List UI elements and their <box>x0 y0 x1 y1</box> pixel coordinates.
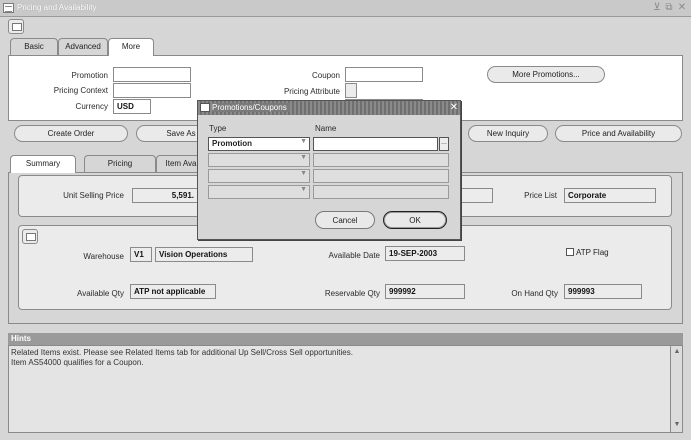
pricing-context-label: Pricing Context <box>53 86 108 95</box>
hint-line: Item AS54000 qualifies for a Coupon. <box>11 358 144 367</box>
new-inquiry-button[interactable]: New Inquiry <box>468 125 548 142</box>
dropdown-icon[interactable]: ▼ <box>300 138 307 145</box>
on-hand-qty-label: On Hand Qty <box>511 289 558 298</box>
warehouse-code-field: V1 <box>130 247 152 262</box>
reservable-qty-label: Reservable Qty <box>324 289 380 298</box>
price-list-field: Corporate <box>564 188 656 203</box>
on-hand-qty-field: 999993 <box>564 284 642 299</box>
tab-more[interactable]: More <box>108 38 154 56</box>
name-cell[interactable] <box>313 153 449 167</box>
name-cell[interactable] <box>313 169 449 183</box>
more-promotions-button[interactable]: More Promotions... <box>487 66 605 83</box>
name-column-header: Name <box>315 124 337 133</box>
unit-selling-price-field: 5,591. <box>132 188 198 203</box>
pricing-attribute-field[interactable] <box>345 83 357 98</box>
warehouse-name-field: Vision Operations <box>155 247 253 262</box>
available-date-field: 19-SEP-2003 <box>385 246 465 261</box>
pricing-context-field[interactable] <box>113 83 191 98</box>
type-cell[interactable]: ▼ <box>208 153 310 167</box>
type-cell-value: Promotion <box>212 139 252 148</box>
tab-summary[interactable]: Summary <box>10 155 76 173</box>
dropdown-icon[interactable]: ▼ <box>300 154 307 161</box>
warehouse-label: Warehouse <box>83 252 124 261</box>
atp-flag-box[interactable] <box>566 248 574 256</box>
tab-pricing[interactable]: Pricing <box>84 155 156 172</box>
window-title-bar: Pricing and Availability ⊻ ⧉ ✕ <box>0 0 691 17</box>
price-list-label: Price List <box>524 191 557 200</box>
promotion-field[interactable] <box>113 67 191 82</box>
list-of-values-icon[interactable]: ... <box>439 137 449 151</box>
tab-advanced[interactable]: Advanced <box>58 38 108 55</box>
window-title: Pricing and Availability <box>17 3 97 12</box>
available-date-label: Available Date <box>328 251 380 260</box>
close-icon[interactable]: ✕ <box>677 2 687 14</box>
type-column-header: Type <box>209 124 227 133</box>
restore-icon[interactable]: ⧉ <box>664 2 674 14</box>
pricing-attribute-label: Pricing Attribute <box>283 87 340 96</box>
hint-line: Related Items exist. Please see Related … <box>11 348 353 357</box>
price-and-availability-button[interactable]: Price and Availability <box>555 125 682 142</box>
atp-flag-label: ATP Flag <box>576 248 609 257</box>
dialog-app-icon <box>200 103 210 112</box>
coupon-field[interactable] <box>345 67 423 82</box>
type-cell[interactable]: ▼ <box>208 169 310 183</box>
name-cell[interactable] <box>313 185 449 199</box>
unit-price-extra-field <box>461 188 493 203</box>
cancel-button[interactable]: Cancel <box>315 211 375 229</box>
tab-basic[interactable]: Basic <box>10 38 58 55</box>
type-cell[interactable]: Promotion ▼ <box>208 137 310 151</box>
currency-field[interactable]: USD <box>113 99 151 114</box>
scroll-up-icon[interactable]: ▲ <box>672 347 682 357</box>
create-order-button[interactable]: Create Order <box>14 125 128 142</box>
dropdown-icon[interactable]: ▼ <box>300 186 307 193</box>
atp-flag-checkbox[interactable]: ATP Flag <box>566 248 609 257</box>
dialog-title: Promotions/Coupons <box>212 103 290 112</box>
scroll-down-icon[interactable]: ▼ <box>672 420 682 430</box>
available-qty-label: Available Qty <box>77 289 124 298</box>
unit-selling-price-label: Unit Selling Price <box>63 191 124 200</box>
promotion-label: Promotion <box>71 71 108 80</box>
dialog-close-icon[interactable]: ✕ <box>448 101 460 115</box>
toolbar-button[interactable] <box>8 19 24 34</box>
availability-detail-button[interactable] <box>22 229 38 244</box>
promotions-coupons-dialog: Promotions/Coupons ✕ Type Name Promotion… <box>197 100 461 240</box>
app-icon <box>3 3 14 13</box>
available-qty-field: ATP not applicable <box>130 284 216 299</box>
dialog-title-bar: Promotions/Coupons ✕ <box>198 101 460 115</box>
ok-button[interactable]: OK <box>383 211 447 229</box>
reservable-qty-field: 999992 <box>385 284 465 299</box>
name-cell[interactable] <box>313 137 438 151</box>
hints-text-area: Related Items exist. Please see Related … <box>8 345 683 433</box>
type-cell[interactable]: ▼ <box>208 185 310 199</box>
hints-scrollbar[interactable]: ▲ ▼ <box>670 346 682 432</box>
currency-label: Currency <box>75 102 108 111</box>
dropdown-icon[interactable]: ▼ <box>300 170 307 177</box>
hints-title: Hints <box>8 333 683 345</box>
coupon-label: Coupon <box>311 71 340 80</box>
minimize-icon[interactable]: ⊻ <box>652 2 662 14</box>
